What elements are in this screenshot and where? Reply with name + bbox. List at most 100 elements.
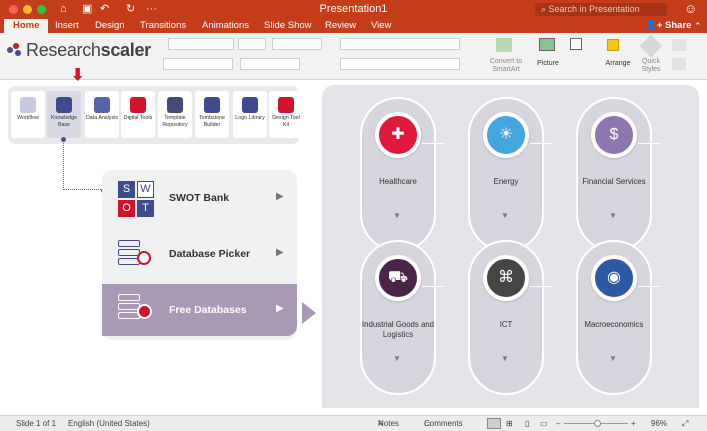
reading-view-button[interactable]: ▯ (525, 416, 529, 431)
tool-data-analysis[interactable]: Data Analysis (85, 91, 119, 138)
logo-text-scaler: scaler (100, 40, 152, 60)
fit-to-window-icon[interactable]: ⤢ (682, 416, 688, 431)
tab-animations[interactable]: Animations (199, 19, 252, 33)
sector-card[interactable]: ⌘ ICT ▼ (468, 240, 552, 395)
search-icon: ⌕ (541, 4, 549, 14)
alignment-buttons[interactable] (340, 58, 460, 70)
shape-outline-icon[interactable] (672, 58, 686, 70)
zoom-out-button[interactable]: – (556, 416, 560, 431)
smartart-icon[interactable] (496, 38, 512, 52)
tab-design[interactable]: Design (92, 19, 128, 33)
sector-icon: ✚ (375, 112, 421, 158)
feedback-smiley-icon[interactable]: ☺ (684, 1, 697, 16)
chevron-right-icon: ▶ (276, 247, 284, 258)
pointer-arrow-icon: ⬇ (71, 67, 85, 84)
collapse-ribbon-icon[interactable]: ⌃ (694, 19, 702, 33)
shape-fill-icon[interactable] (672, 39, 686, 51)
arrange-icon[interactable] (607, 39, 619, 51)
font-grow-buttons[interactable] (272, 38, 322, 50)
undo-icon[interactable]: ↶ (100, 2, 109, 16)
tab-view[interactable]: View (368, 19, 394, 33)
menu-item-free-databases[interactable]: Free Databases ▶ (102, 284, 297, 336)
database-picker-icon (118, 240, 154, 272)
home-icon[interactable]: ⌂ (60, 2, 67, 16)
close-window-button[interactable] (9, 5, 18, 14)
tool-label: Design Tool Kit (272, 115, 300, 128)
workflow-icon (20, 97, 36, 113)
more-icon[interactable]: ··· (146, 2, 157, 16)
sector-arrow (638, 143, 660, 144)
expand-caret-icon[interactable]: ▼ (609, 211, 617, 220)
slideshow-button[interactable]: ▭ (540, 416, 548, 431)
tab-review[interactable]: Review (322, 19, 359, 33)
tool-tombstone[interactable]: Tombstone Builder (195, 91, 229, 138)
list-buttons[interactable] (340, 38, 460, 50)
sector-label: Industrial Goods and Logistics (362, 320, 434, 339)
font-color-buttons[interactable] (240, 58, 300, 70)
free-databases-icon (118, 294, 154, 326)
tool-workflow[interactable]: Workflow (11, 91, 45, 138)
sector-card[interactable]: ✚ Healthcare ▼ (360, 97, 444, 252)
knowledge-base-icon (56, 97, 72, 113)
sector-card[interactable]: ◉ Macroeconomics ▼ (576, 240, 660, 395)
expand-caret-icon[interactable]: ▼ (393, 354, 401, 363)
expand-caret-icon[interactable]: ▼ (501, 354, 509, 363)
tab-home[interactable]: Home (4, 19, 49, 33)
font-size-box[interactable] (238, 38, 266, 50)
sector-card[interactable]: $ Financial Services ▼ (576, 97, 660, 252)
tab-transitions[interactable]: Transitions (137, 19, 189, 33)
sector-glyph-icon: ✚ (391, 126, 405, 143)
tab-insert[interactable]: Insert (52, 19, 82, 33)
sector-card[interactable]: ☀ Energy ▼ (468, 97, 552, 252)
sector-icon: $ (591, 112, 637, 158)
zoom-slider-knob[interactable] (594, 420, 601, 427)
tool-template[interactable]: Template Repository (158, 91, 192, 138)
font-style-buttons[interactable] (163, 58, 233, 70)
zoom-in-button[interactable]: + (631, 416, 636, 431)
tab-slide-show[interactable]: Slide Show (261, 19, 315, 33)
share-label: Share (665, 20, 692, 31)
sector-arrow (530, 286, 552, 287)
font-name-box[interactable] (168, 38, 234, 50)
save-icon[interactable]: ▣ (82, 2, 92, 16)
arrange-label: Arrange (605, 60, 631, 67)
redo-icon[interactable]: ↻ (126, 2, 135, 16)
tool-label: Logo Library (235, 115, 265, 121)
sector-arrow (422, 286, 444, 287)
tool-label: Template Repository (162, 115, 188, 128)
textbox-icon[interactable] (570, 38, 582, 50)
tool-magnifier[interactable]: Logo Library (233, 91, 267, 138)
sector-card[interactable]: ⛟ Industrial Goods and Logistics ▼ (360, 240, 444, 395)
search-input[interactable]: ⌕ Search in Presentation (535, 3, 667, 16)
quick-styles-icon[interactable] (639, 34, 663, 58)
powerpoint-window: ⌂ ▣ ↶ ↻ ··· Presentation1 ⌕ Search in Pr… (0, 0, 707, 431)
tool-digital-tools[interactable]: Digital Tools (121, 91, 155, 138)
expand-caret-icon[interactable]: ▼ (501, 211, 509, 220)
digital-tools-icon (130, 97, 146, 113)
minimize-window-button[interactable] (23, 5, 32, 14)
sector-glyph-icon: ☀ (498, 126, 514, 143)
picture-icon[interactable] (539, 38, 555, 51)
maximize-window-button[interactable] (37, 5, 46, 14)
sector-icon: ⛟ (375, 255, 421, 301)
slide-sorter-button[interactable]: ⊞ (506, 416, 513, 431)
tool-knowledge-base[interactable]: Knowledge Base (47, 91, 81, 138)
normal-view-button[interactable] (487, 418, 501, 429)
expand-caret-icon[interactable]: ▼ (609, 354, 617, 363)
sector-label: Healthcare (379, 177, 417, 186)
sector-label: Energy (493, 177, 519, 186)
sector-arrow (422, 143, 444, 144)
language-indicator[interactable]: English (United States) (68, 416, 150, 431)
submenu-pointer-icon (302, 302, 316, 324)
menu-item-label: SWOT Bank (169, 192, 230, 204)
menu-item-database-picker[interactable]: Database Picker ▶ (102, 228, 297, 283)
magnifier-icon (242, 97, 258, 113)
expand-caret-icon[interactable]: ▼ (393, 211, 401, 220)
menu-item-swot-bank[interactable]: S W O T SWOT Bank ▶ (102, 172, 297, 227)
share-button[interactable]: 👤+ Share (645, 19, 691, 33)
sector-label: Financial Services (582, 177, 646, 186)
tool-label: Tombstone Builder (199, 115, 225, 128)
connector-line (63, 140, 103, 190)
sector-glyph-icon: ⛟ (387, 269, 409, 286)
tool-design-kit[interactable]: Design Tool Kit (269, 91, 303, 138)
